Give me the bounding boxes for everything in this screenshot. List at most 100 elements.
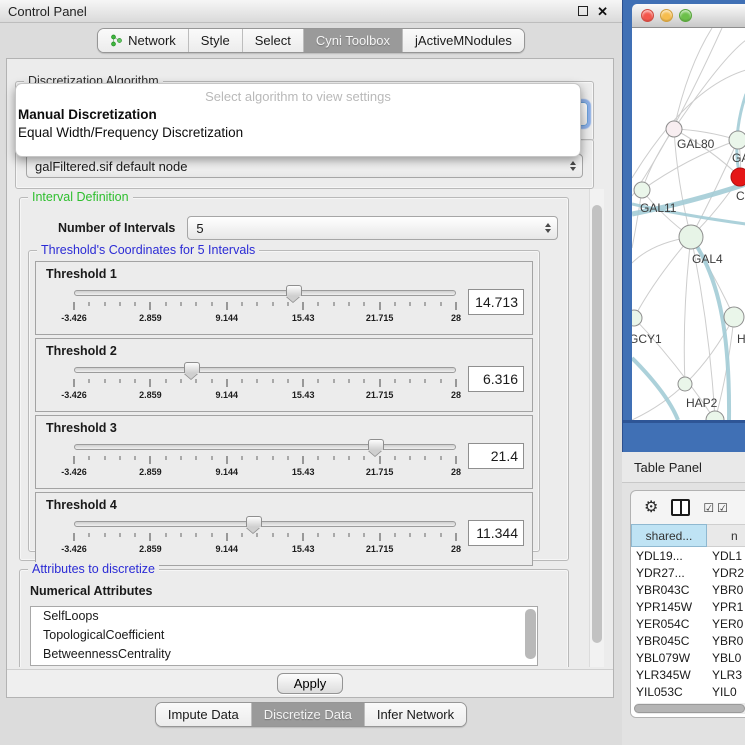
apply-button[interactable]: Apply xyxy=(277,673,344,694)
tab-impute-data[interactable]: Impute Data xyxy=(156,703,251,726)
tick-mark xyxy=(303,379,304,387)
table-row[interactable]: YER054CYER0 xyxy=(631,615,745,632)
cell-name: YBR0 xyxy=(707,634,745,648)
tab-infer-network[interactable]: Infer Network xyxy=(364,703,466,726)
close-icon[interactable]: ✕ xyxy=(597,5,608,18)
tick-mark xyxy=(272,456,273,460)
list-scrollbar-thumb[interactable] xyxy=(525,609,536,659)
tab-select[interactable]: Select xyxy=(242,29,303,52)
attribute-item-topologicalcoefficient[interactable]: TopologicalCoefficient xyxy=(31,626,537,645)
tab-style[interactable]: Style xyxy=(188,29,242,52)
tab-network[interactable]: Network xyxy=(98,29,188,52)
network-canvas[interactable]: GAL80GACGAL11GAL4GCY1HHAP2 xyxy=(632,28,745,420)
attribute-item-selfloops[interactable]: SelfLoops xyxy=(31,607,537,626)
attribute-item-betweennesscentrality[interactable]: BetweennessCentrality xyxy=(31,645,537,664)
scale-label: 15.43 xyxy=(292,467,315,477)
mac-zoom-icon[interactable] xyxy=(679,9,692,22)
tick-mark xyxy=(196,456,197,460)
tick-mark xyxy=(272,379,273,383)
network-window-titlebar[interactable] xyxy=(632,4,745,28)
network-node-c[interactable] xyxy=(731,168,745,186)
tick-mark xyxy=(379,456,380,464)
table-row[interactable]: YDL19...YDL1 xyxy=(631,547,745,564)
control-panel: Control Panel ✕ NetworkStyleSelectCyni T… xyxy=(0,0,622,745)
threshold-value-field[interactable]: 14.713 xyxy=(468,289,524,315)
tab-discretize-data[interactable]: Discretize Data xyxy=(251,703,364,726)
scale-label: 2.859 xyxy=(139,313,162,323)
tick-mark xyxy=(394,533,395,537)
table-row[interactable]: YPR145WYPR1 xyxy=(631,598,745,615)
slider-track[interactable] xyxy=(74,367,456,373)
network-node-gal80[interactable] xyxy=(666,121,682,137)
window-frame-edge xyxy=(623,420,745,423)
tick-mark xyxy=(150,379,151,387)
network-icon xyxy=(110,34,123,47)
network-node-hap2[interactable] xyxy=(678,377,692,391)
tick-mark xyxy=(333,379,334,383)
table-data-combobox[interactable]: galFiltered.sif default node xyxy=(26,154,583,178)
node-label: GCY1 xyxy=(632,332,662,346)
mac-close-icon[interactable] xyxy=(641,9,654,22)
tick-mark xyxy=(226,302,227,310)
tick-mark xyxy=(180,379,181,383)
dropdown-option-equal-width-frequency-discretization[interactable]: Equal Width/Frequency Discretization xyxy=(16,124,580,142)
tab-jactivemnodules[interactable]: jActiveMNodules xyxy=(402,29,524,52)
columns-icon[interactable] xyxy=(671,499,690,516)
column-header-n[interactable]: n xyxy=(707,524,745,547)
tick-mark xyxy=(135,302,136,306)
network-node-gcy1[interactable] xyxy=(632,310,642,326)
panel-scrollbar[interactable] xyxy=(589,189,604,667)
threshold-label: Threshold 4 xyxy=(46,498,524,512)
tick-mark xyxy=(287,456,288,460)
table-row[interactable]: YDR27...YDR2 xyxy=(631,564,745,581)
slider-track[interactable] xyxy=(74,444,456,450)
tick-mark xyxy=(425,379,426,383)
network-node-ga[interactable] xyxy=(729,131,745,149)
tick-mark xyxy=(303,302,304,310)
slider-handle[interactable] xyxy=(184,362,200,373)
network-node-gal4[interactable] xyxy=(679,225,703,249)
table-row[interactable]: YBL079WYBL0 xyxy=(631,649,745,666)
slider-track[interactable] xyxy=(74,521,456,527)
threshold-slider[interactable]: -3.4262.8599.14415.4321.71528 xyxy=(74,362,456,406)
slider-track[interactable] xyxy=(74,290,456,296)
table-row[interactable]: YLR345WYLR3 xyxy=(631,666,745,683)
select-all-checkbox-icon[interactable]: ☑ xyxy=(703,502,714,514)
slider-handle[interactable] xyxy=(246,516,262,527)
threshold-value-field[interactable]: 6.316 xyxy=(468,366,524,392)
table-row[interactable]: YIL053CYIL0 xyxy=(631,683,745,700)
threshold-slider[interactable]: -3.4262.8599.14415.4321.71528 xyxy=(74,516,456,560)
gear-icon[interactable]: ⚙ xyxy=(644,500,658,516)
tick-mark xyxy=(104,379,105,383)
table-hscrollbar[interactable] xyxy=(634,703,745,714)
slider-handle[interactable] xyxy=(368,439,384,450)
network-node-gal11[interactable] xyxy=(634,182,650,198)
select-column-checkbox-icon[interactable]: ☑ xyxy=(717,502,728,514)
scale-label: 21.715 xyxy=(366,390,394,400)
column-header-shared[interactable]: shared... xyxy=(631,524,707,547)
threshold-slider[interactable]: -3.4262.8599.14415.4321.71528 xyxy=(74,439,456,483)
tab-cyni-toolbox[interactable]: Cyni Toolbox xyxy=(303,29,402,52)
panel-scrollbar-thumb[interactable] xyxy=(592,205,602,643)
node-label: GAL11 xyxy=(640,201,677,215)
threshold-value-field[interactable]: 11.344 xyxy=(468,520,524,546)
tick-mark xyxy=(180,533,181,537)
threshold-slider[interactable]: -3.4262.8599.14415.4321.71528 xyxy=(74,285,456,329)
tick-mark xyxy=(74,533,75,541)
dropdown-option-manual-discretization[interactable]: Manual Discretization xyxy=(16,106,580,124)
scale-label: 28 xyxy=(451,313,461,323)
tick-mark xyxy=(180,456,181,460)
tick-mark xyxy=(272,302,273,306)
numerical-attributes-list[interactable]: SelfLoopsTopologicalCoefficientBetweenne… xyxy=(30,606,538,666)
cell-name: YDR2 xyxy=(707,566,745,580)
table-row[interactable]: YBR043CYBR0 xyxy=(631,581,745,598)
threshold-value-field[interactable]: 21.4 xyxy=(468,443,524,469)
float-window-icon[interactable] xyxy=(578,6,588,16)
slider-handle[interactable] xyxy=(286,285,302,296)
table-hscrollbar-thumb[interactable] xyxy=(634,704,745,713)
table-row[interactable]: YBR045CYBR0 xyxy=(631,632,745,649)
network-node-h[interactable] xyxy=(724,307,744,327)
network-node[interactable] xyxy=(706,411,724,420)
number-of-intervals-combobox[interactable]: 5 xyxy=(187,216,558,240)
mac-minimize-icon[interactable] xyxy=(660,9,673,22)
